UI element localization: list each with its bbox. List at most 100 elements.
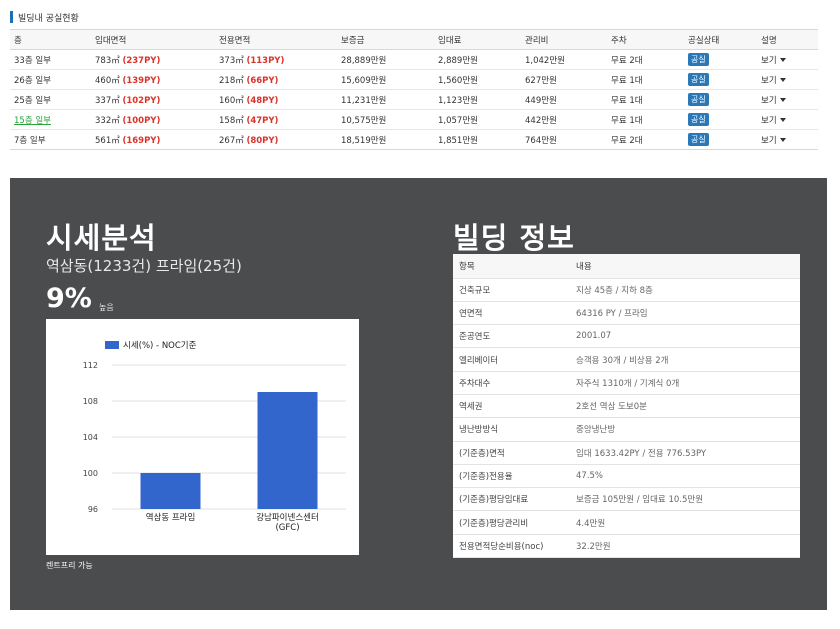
exclusive-py-value: (48PY) — [246, 95, 279, 106]
market-analysis-title: 시세분석 — [46, 221, 157, 255]
table-row[interactable]: 15층 일부 332㎡ (100PY) 158㎡ (47PY) 10,575만원… — [10, 109, 818, 130]
info-value: 32.2만원 — [570, 534, 800, 559]
lease-py-value: (169PY) — [122, 135, 161, 146]
rent-cell: 1,123만원 — [434, 89, 521, 110]
building-info-title: 빌딩 정보 — [453, 221, 575, 255]
exclusive-area-cell: 158㎡ (47PY) — [215, 109, 337, 130]
info-value: 2호선 역삼 도보0분 — [570, 394, 800, 419]
market-subtitle: 역삼동(1233건) 프라임(25건) — [46, 257, 242, 275]
status-badge: 공실 — [688, 133, 709, 146]
info-row: 냉난방방식 중앙냉난방 — [453, 417, 800, 442]
lease-area-value: 337㎡ — [95, 95, 120, 106]
mgmt-cell: 449만원 — [521, 89, 607, 110]
info-item: (기준층)평당관리비 — [453, 510, 570, 535]
rent-cell: 1,851만원 — [434, 129, 521, 150]
view-more-toggle[interactable]: 보기 — [761, 56, 786, 66]
info-row: 엘리베이터 승객용 30개 / 비상용 2개 — [453, 347, 800, 372]
desc-cell: 보기 — [757, 129, 818, 150]
mgmt-cell: 1,042만원 — [521, 49, 607, 70]
caret-down-icon — [779, 118, 786, 122]
lease-area-value: 783㎡ — [95, 55, 120, 66]
info-item: 준공연도 — [453, 324, 570, 349]
deposit-cell: 11,231만원 — [337, 89, 434, 110]
table-row[interactable]: 26층 일부 460㎡ (139PY) 218㎡ (66PY) 15,609만원… — [10, 69, 818, 90]
x-tick-label: 강남파이넨스센터 — [256, 512, 319, 523]
y-tick-label: 100 — [83, 469, 98, 478]
y-tick-label: 96 — [88, 505, 98, 514]
exclusive-py-value: (66PY) — [246, 75, 279, 86]
info-value: 보증금 105만원 / 임대료 10.5만원 — [570, 487, 800, 512]
table-row[interactable]: 25층 일부 337㎡ (102PY) 160㎡ (48PY) 11,231만원… — [10, 89, 818, 110]
y-tick-label: 104 — [83, 433, 98, 442]
status-badge: 공실 — [688, 53, 709, 66]
table-row[interactable]: 33층 일부 783㎡ (237PY) 373㎡ (113PY) 28,889만… — [10, 49, 818, 70]
vacancy-header-row: 층 임대면적 전용면적 보증금 임대료 관리비 주차 공실상태 설명 — [10, 29, 818, 50]
info-header-row: 항목 내용 — [453, 254, 800, 279]
floor-link[interactable]: 15층 일부 — [14, 116, 51, 126]
info-row: 역세권 2호선 역삼 도보0분 — [453, 394, 800, 419]
exclusive-py-value: (113PY) — [246, 55, 285, 66]
rent-free-note: 렌트프리 가능 — [46, 561, 93, 570]
vacancy-table: 층 임대면적 전용면적 보증금 임대료 관리비 주차 공실상태 설명 33층 일… — [10, 29, 818, 150]
info-row: (기준층)평당관리비 4.4만원 — [453, 510, 800, 535]
status-cell: 공실 — [684, 89, 757, 110]
col-parking: 주차 — [607, 29, 684, 50]
exclusive-area-value: 373㎡ — [219, 55, 244, 66]
info-value: 47.5% — [570, 464, 800, 489]
status-badge: 공실 — [688, 73, 709, 86]
col-rent: 임대료 — [434, 29, 521, 50]
status-cell: 공실 — [684, 109, 757, 130]
exclusive-area-cell: 267㎡ (80PY) — [215, 129, 337, 150]
view-more-label: 보기 — [761, 115, 777, 126]
info-value: 64316 PY / 프라임 — [570, 301, 800, 326]
deposit-cell: 28,889만원 — [337, 49, 434, 70]
lease-area-cell: 783㎡ (237PY) — [91, 49, 215, 70]
lease-area-cell: 561㎡ (169PY) — [91, 129, 215, 150]
view-more-toggle[interactable]: 보기 — [761, 116, 786, 126]
mgmt-cell: 442만원 — [521, 109, 607, 130]
bar — [140, 473, 201, 509]
info-value: 지상 45층 / 지하 8층 — [570, 278, 800, 302]
view-more-toggle[interactable]: 보기 — [761, 96, 786, 106]
market-chart: 시세(%) - NOC기준 96 100 104 108 112 역삼동 프라임 강남파이넨스… — [46, 319, 359, 555]
info-row: (기준층)면적 임대 1633.42PY / 전용 776.53PY — [453, 441, 800, 465]
view-more-toggle[interactable]: 보기 — [761, 136, 786, 146]
legend-label: 시세(%) - NOC기준 — [123, 341, 197, 351]
title-accent-bar — [10, 11, 13, 23]
view-more-label: 보기 — [761, 135, 777, 146]
building-info-table: 항목 내용 건축규모 지상 45층 / 지하 8층 연면적 64316 PY / 프라… — [453, 254, 800, 559]
bar — [257, 392, 318, 509]
col-deposit: 보증금 — [337, 29, 434, 50]
info-item: 전용면적당순비용(noc) — [453, 534, 570, 559]
col-status: 공실상태 — [684, 29, 757, 50]
x-tick-label: (GFC) — [275, 523, 299, 533]
lease-py-value: (100PY) — [122, 115, 161, 126]
deposit-cell: 15,609만원 — [337, 69, 434, 90]
col-content: 내용 — [570, 254, 800, 279]
col-description: 설명 — [757, 29, 818, 50]
info-row: 연면적 64316 PY / 프라임 — [453, 301, 800, 326]
info-item: (기준층)전용율 — [453, 464, 570, 489]
floor-cell: 26층 일부 — [10, 69, 91, 90]
analysis-panel: 시세분석 역삼동(1233건) 프라임(25건) 9% 높음 시세(%) - N… — [10, 178, 827, 610]
info-value: 자주식 1310개 / 기계식 0개 — [570, 371, 800, 395]
info-item: 주차대수 — [453, 371, 570, 395]
table-row[interactable]: 7층 일부 561㎡ (169PY) 267㎡ (80PY) 18,519만원 … — [10, 129, 818, 150]
info-item: 역세권 — [453, 394, 570, 419]
lease-py-value: (237PY) — [122, 55, 161, 66]
view-more-label: 보기 — [761, 55, 777, 66]
desc-cell: 보기 — [757, 89, 818, 110]
lease-area-cell: 337㎡ (102PY) — [91, 89, 215, 110]
view-more-toggle[interactable]: 보기 — [761, 76, 786, 86]
x-tick-label: 역삼동 프라임 — [146, 512, 196, 523]
exclusive-py-value: (47PY) — [246, 115, 279, 126]
status-cell: 공실 — [684, 129, 757, 150]
exclusive-area-value: 160㎡ — [219, 95, 244, 106]
desc-cell: 보기 — [757, 49, 818, 70]
lease-py-value: (139PY) — [122, 75, 161, 86]
col-mgmt-fee: 관리비 — [521, 29, 607, 50]
info-item: 건축규모 — [453, 278, 570, 302]
market-percent: 9% — [46, 283, 92, 314]
caret-down-icon — [779, 138, 786, 142]
desc-cell: 보기 — [757, 69, 818, 90]
